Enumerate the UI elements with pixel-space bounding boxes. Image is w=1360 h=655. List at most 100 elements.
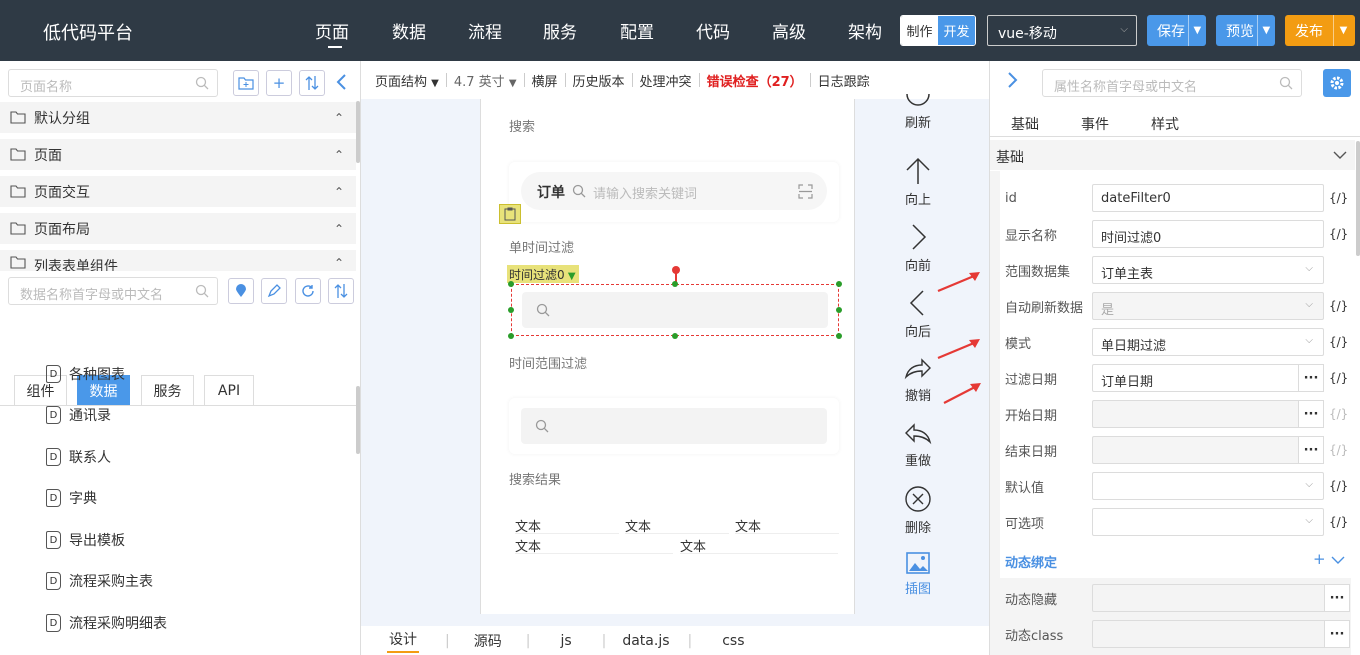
- nav-data[interactable]: 数据: [392, 18, 426, 43]
- nav-flow[interactable]: 流程: [468, 18, 502, 43]
- selected-component-tag[interactable]: 时间过滤0 ▼: [507, 265, 579, 283]
- property-search-input[interactable]: 属性名称首字母或中文名: [1042, 69, 1302, 97]
- default-value-select[interactable]: ⌵: [1092, 472, 1324, 500]
- data-search-input[interactable]: 数据名称首字母或中文名: [8, 277, 218, 305]
- search-bar[interactable]: 订单 请输入搜索关键词: [521, 172, 827, 210]
- datasource-item[interactable]: D 流程采购主表: [46, 571, 153, 591]
- nav-service[interactable]: 服务: [543, 18, 577, 43]
- page-list-scrollbar[interactable]: [356, 101, 360, 163]
- expression-icon[interactable]: {/}: [1329, 407, 1348, 421]
- datasource-scrollbar[interactable]: [356, 386, 360, 454]
- conflict-button[interactable]: 处理冲突: [633, 71, 699, 90]
- nav-config[interactable]: 配置: [620, 18, 654, 43]
- add-binding-icon[interactable]: +: [1313, 550, 1326, 568]
- expression-icon[interactable]: {/}: [1329, 371, 1348, 385]
- mode-dev-option[interactable]: 开发: [938, 16, 975, 45]
- expression-icon[interactable]: {/}: [1329, 335, 1348, 349]
- date-filter-search-box[interactable]: [522, 292, 828, 328]
- expression-icon[interactable]: {/}: [1329, 443, 1348, 457]
- history-button[interactable]: 历史版本: [566, 71, 632, 90]
- nav-page[interactable]: 页面: [315, 18, 349, 48]
- sort-data-button[interactable]: [328, 278, 354, 304]
- autorefresh-select[interactable]: 是 ⌵: [1092, 292, 1324, 320]
- dynamic-class-input[interactable]: ···: [1092, 620, 1350, 648]
- tab-api[interactable]: API: [204, 375, 254, 406]
- id-input[interactable]: dateFilter0: [1092, 184, 1324, 212]
- edit-data-button[interactable]: [261, 278, 287, 304]
- resize-handle[interactable]: [508, 333, 514, 339]
- refresh-tool[interactable]: 刷新: [893, 92, 943, 131]
- start-date-input[interactable]: ···: [1092, 400, 1324, 428]
- nav-advanced[interactable]: 高级: [772, 18, 806, 43]
- datasource-item[interactable]: D 各种图表: [46, 364, 125, 384]
- platform-select[interactable]: vue-移动 ⌵: [987, 15, 1137, 46]
- display-name-input[interactable]: 时间过滤0: [1092, 220, 1324, 248]
- redo-tool[interactable]: 重做: [893, 420, 943, 469]
- more-icon[interactable]: ···: [1298, 364, 1324, 392]
- tab-data-js[interactable]: data.js: [622, 633, 669, 649]
- tab-css[interactable]: css: [722, 633, 744, 649]
- page-group-interaction[interactable]: 页面交互 ⌃: [0, 176, 356, 207]
- resize-handle[interactable]: [836, 307, 842, 313]
- insert-image-tool[interactable]: 插图: [893, 552, 943, 597]
- tab-events[interactable]: 事件: [1081, 114, 1109, 134]
- scan-icon[interactable]: [798, 184, 813, 199]
- datasource-item[interactable]: D 字典: [46, 488, 97, 508]
- page-group-list-form[interactable]: 列表表单组件 ⌃: [0, 250, 356, 271]
- undo-tool[interactable]: 撤销: [893, 355, 943, 404]
- resize-handle[interactable]: [508, 307, 514, 313]
- more-icon[interactable]: ···: [1298, 400, 1324, 428]
- delete-tool[interactable]: 删除: [893, 485, 943, 536]
- expression-icon[interactable]: {/}: [1329, 479, 1348, 493]
- page-group-page[interactable]: 页面 ⌃: [0, 139, 356, 170]
- expression-icon[interactable]: {/}: [1329, 515, 1348, 529]
- page-structure-menu[interactable]: 页面结构 ▼: [361, 71, 446, 90]
- more-icon[interactable]: ···: [1324, 584, 1350, 612]
- more-icon[interactable]: ···: [1298, 436, 1324, 464]
- mode-make-option[interactable]: 制作: [901, 16, 938, 45]
- page-group-default[interactable]: 默认分组 ⌃: [0, 102, 356, 133]
- datasource-item[interactable]: D 联系人: [46, 447, 111, 467]
- page-search-input[interactable]: 页面名称: [8, 69, 218, 97]
- backward-tool[interactable]: 向后: [893, 289, 943, 340]
- datasource-item[interactable]: D 通讯录: [46, 405, 111, 425]
- range-filter-search-box[interactable]: [521, 408, 827, 444]
- resize-handle[interactable]: [836, 281, 842, 287]
- refresh-data-button[interactable]: [295, 278, 321, 304]
- more-icon[interactable]: ···: [1324, 620, 1350, 648]
- dataset-select[interactable]: 订单主表 ⌵: [1092, 256, 1324, 284]
- sort-button[interactable]: [299, 70, 325, 96]
- nav-architecture[interactable]: 架构: [848, 18, 882, 43]
- resize-handle[interactable]: [508, 281, 514, 287]
- datasource-item[interactable]: D 流程采购明细表: [46, 613, 167, 633]
- move-up-tool[interactable]: 向上: [893, 157, 943, 208]
- property-scrollbar[interactable]: [1356, 141, 1360, 256]
- tab-design[interactable]: 设计: [387, 629, 419, 653]
- expression-icon[interactable]: {/}: [1329, 227, 1348, 241]
- save-button[interactable]: 保存 ▼: [1147, 15, 1206, 46]
- chevron-down-icon[interactable]: [1331, 556, 1345, 565]
- datasource-item[interactable]: D 导出模板: [46, 530, 125, 550]
- mode-select[interactable]: 单日期过滤 ⌵: [1092, 328, 1324, 356]
- log-trace-button[interactable]: 日志跟踪: [811, 71, 877, 90]
- expression-icon[interactable]: {/}: [1329, 191, 1348, 205]
- tab-basic[interactable]: 基础: [1011, 114, 1039, 134]
- filter-date-input[interactable]: 订单日期 ···: [1092, 364, 1324, 392]
- nav-code[interactable]: 代码: [696, 18, 730, 43]
- forward-tool[interactable]: 向前: [893, 223, 943, 274]
- caret-down-icon[interactable]: ▼: [1256, 15, 1275, 46]
- tab-js[interactable]: js: [560, 633, 571, 649]
- resize-handle[interactable]: [836, 333, 842, 339]
- end-date-input[interactable]: ···: [1092, 436, 1324, 464]
- mode-toggle[interactable]: 制作 开发: [900, 15, 976, 46]
- preview-button[interactable]: 预览 ▼: [1216, 15, 1275, 46]
- publish-button[interactable]: 发布 ▼: [1285, 15, 1355, 46]
- resize-handle[interactable]: [672, 333, 678, 339]
- device-size-menu[interactable]: 4.7 英寸 ▼: [447, 71, 524, 90]
- collapse-right-button[interactable]: [1007, 71, 1019, 89]
- collapse-left-button[interactable]: [335, 73, 347, 91]
- component-badge[interactable]: [499, 204, 521, 224]
- add-folder-button[interactable]: [233, 70, 259, 96]
- page-group-layout[interactable]: 页面布局 ⌃: [0, 213, 356, 244]
- rotate-handle[interactable]: [672, 266, 680, 274]
